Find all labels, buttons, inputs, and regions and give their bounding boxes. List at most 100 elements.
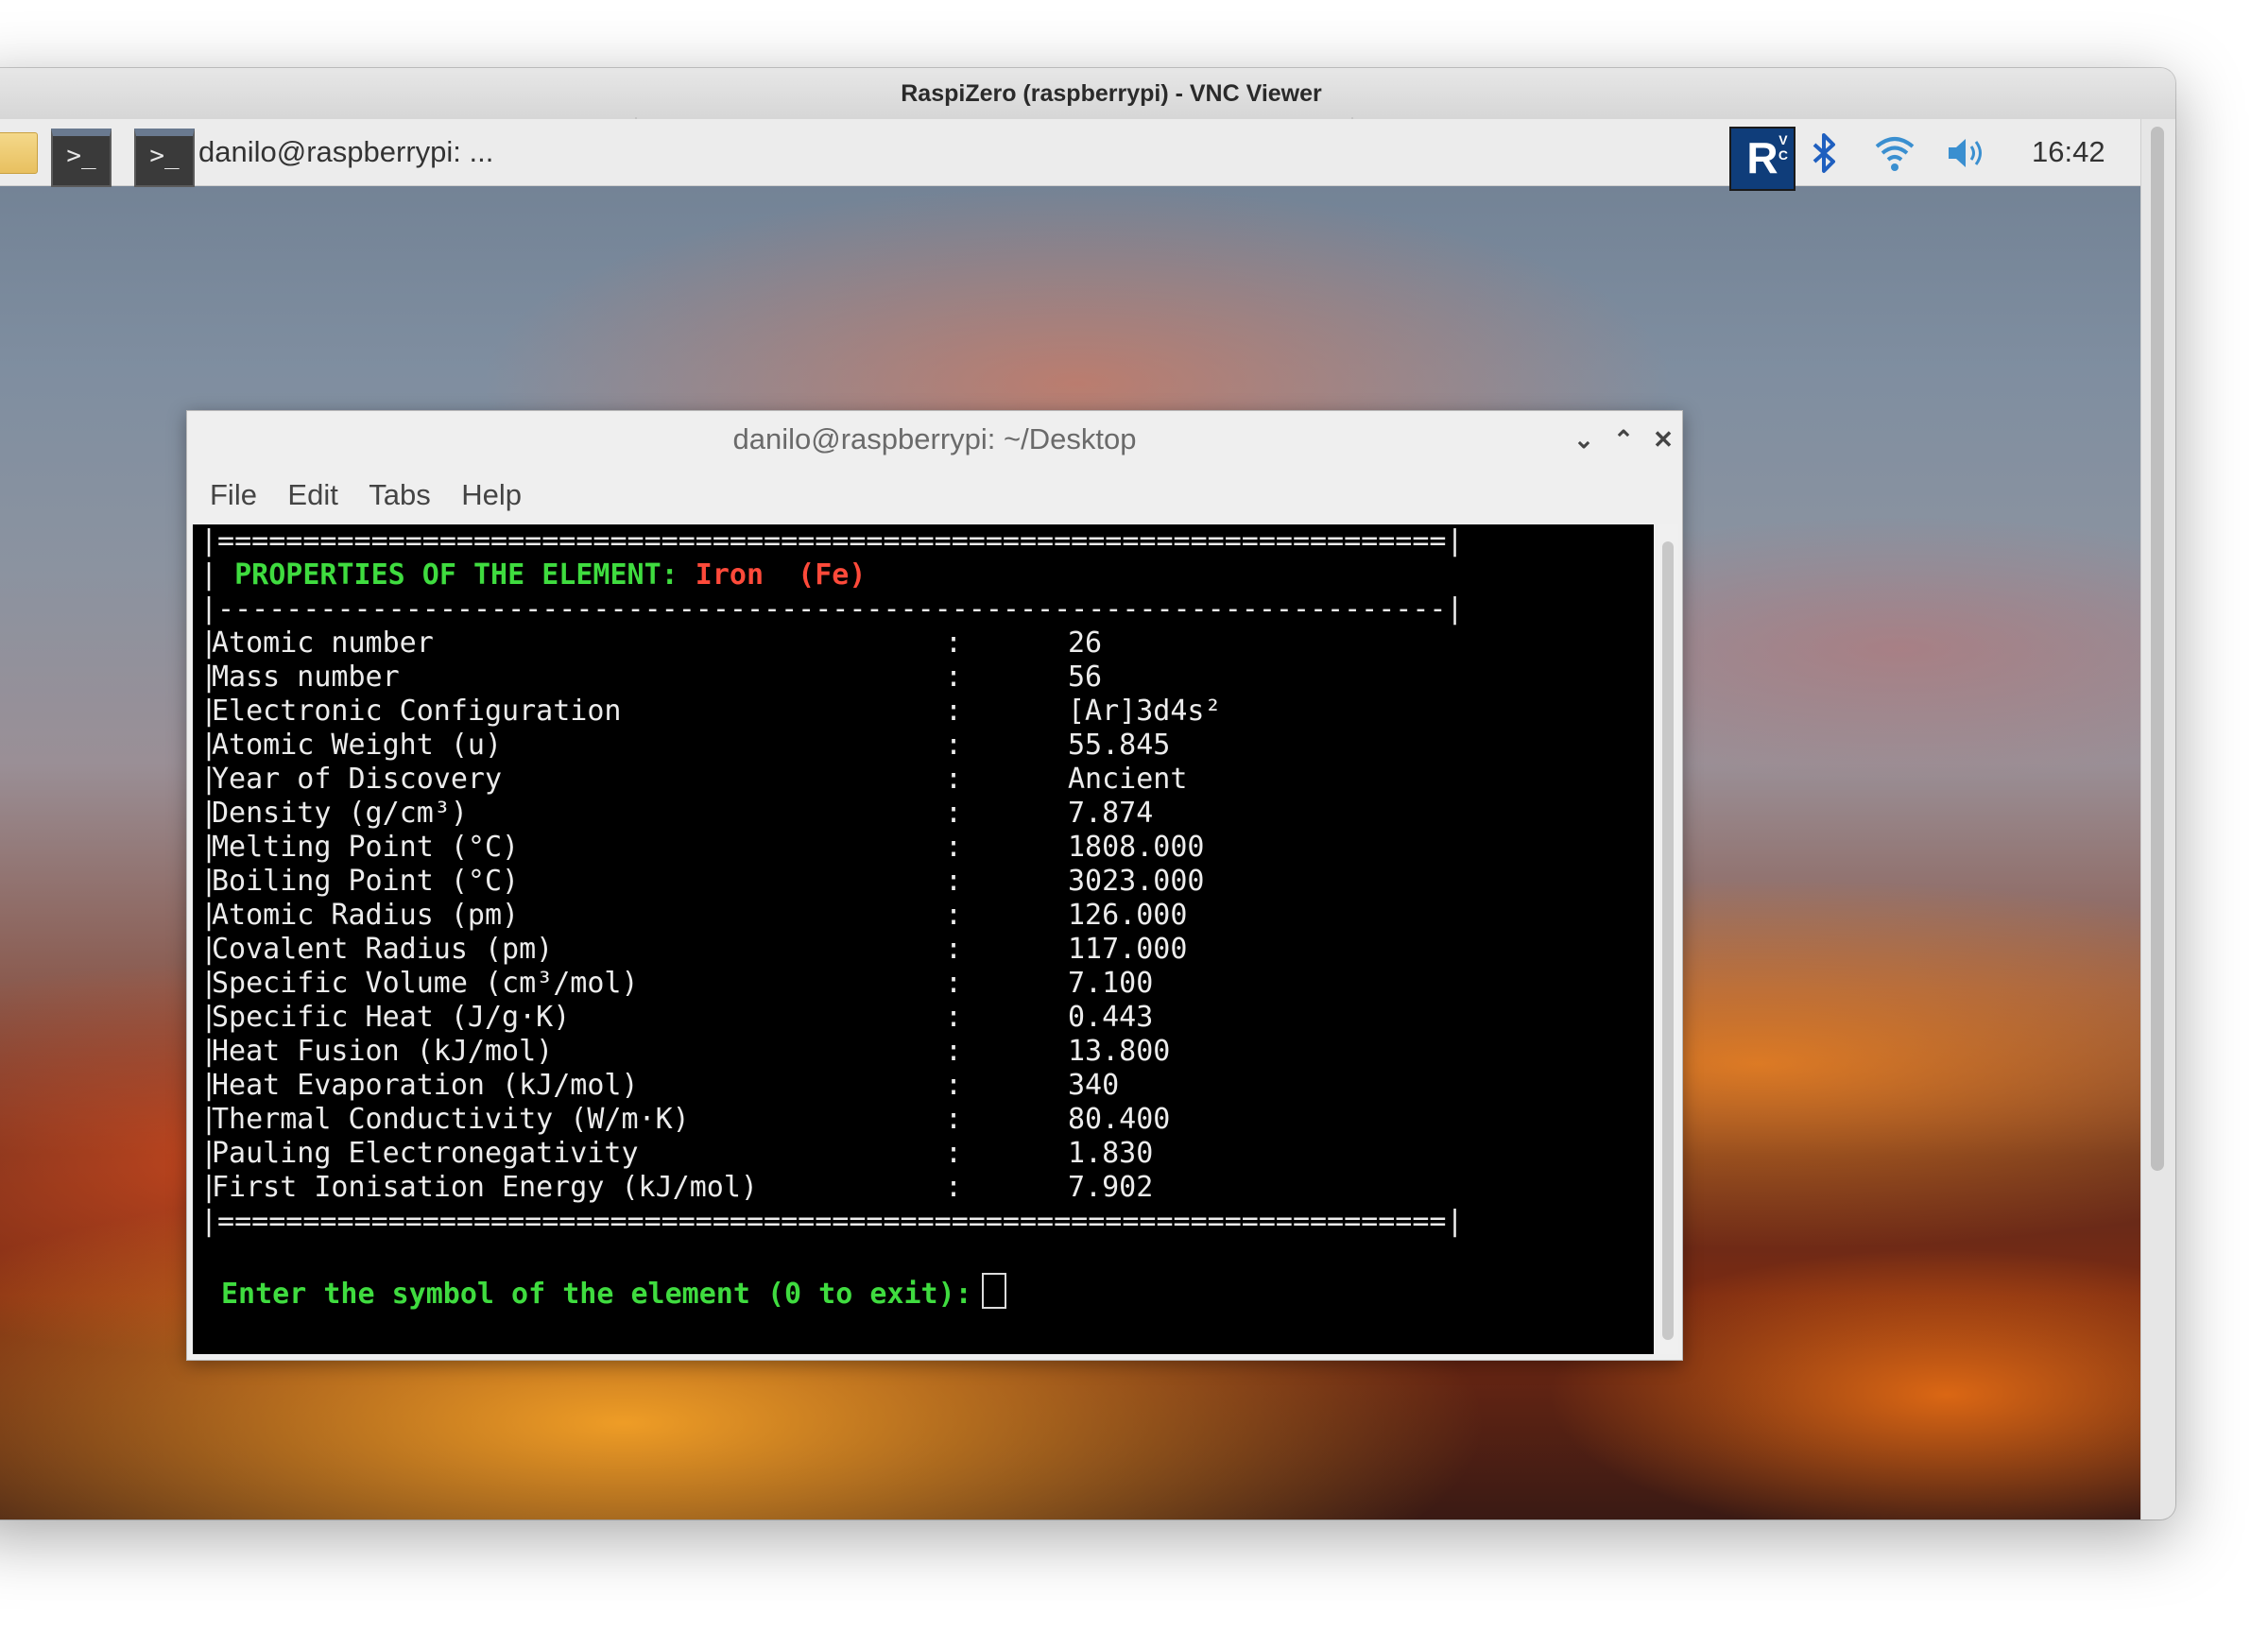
- property-separator: :: [945, 763, 963, 796]
- property-value: 1.830: [1068, 1137, 1154, 1170]
- terminal-icon: >_: [134, 129, 195, 187]
- property-separator: :: [945, 1171, 963, 1204]
- table-row: | Density (g/cm³):7.874: [200, 797, 1618, 831]
- property-value: 7.902: [1068, 1171, 1154, 1204]
- vnc-scrollbar-thumb[interactable]: [2151, 127, 2164, 1171]
- property-separator: :: [945, 1137, 963, 1170]
- property-separator: :: [945, 1069, 963, 1102]
- property-separator: :: [945, 729, 963, 762]
- property-separator: :: [945, 1001, 963, 1034]
- property-label: Density (g/cm³): [212, 797, 468, 830]
- property-value: 56: [1068, 661, 1103, 694]
- property-value: Ancient: [1068, 763, 1188, 796]
- terminal-icon[interactable]: >_: [51, 129, 112, 187]
- property-separator: :: [945, 933, 963, 966]
- terminal-output[interactable]: |=======================================…: [193, 524, 1654, 1354]
- vnc-server-logo-small: V C: [1778, 132, 1788, 163]
- property-separator: :: [945, 831, 963, 864]
- vnc-server-logo: R: [1746, 133, 1778, 182]
- property-label: Heat Fusion (kJ/mol): [212, 1035, 554, 1068]
- input-prompt: Enter the symbol of the element (0 to ex…: [221, 1278, 972, 1311]
- table-border-bottom: |=======================================…: [200, 1205, 1464, 1238]
- property-separator: :: [945, 1035, 963, 1068]
- property-separator: :: [945, 661, 963, 694]
- property-label: Thermal Conductivity (W/m·K): [212, 1103, 690, 1136]
- terminal-menubar: File Edit Tabs Help: [197, 472, 535, 519]
- wifi-icon[interactable]: [1873, 131, 1916, 175]
- element-name: Iron: [695, 558, 765, 592]
- table-row: | First Ionisation Energy (kJ/mol):7.902: [200, 1171, 1618, 1205]
- table-row: | Thermal Conductivity (W/m·K):80.400: [200, 1103, 1618, 1137]
- property-label: First Ionisation Energy (kJ/mol): [212, 1171, 758, 1204]
- property-value: 340: [1068, 1069, 1120, 1102]
- terminal-scrollbar[interactable]: [1658, 524, 1678, 1354]
- table-row: | Electronic Configuration: [Ar]3d4s²: [200, 695, 1618, 729]
- menu-edit[interactable]: Edit: [274, 472, 351, 519]
- vnc-server-icon[interactable]: R V C: [1729, 127, 1796, 191]
- table-row: | Heat Evaporation (kJ/mol):340: [200, 1069, 1618, 1103]
- property-value: 1808.000: [1068, 831, 1205, 864]
- terminal-window[interactable]: danilo@raspberrypi: ~/Desktop ⌄ ⌃ ✕ File…: [186, 410, 1683, 1361]
- remote-desktop[interactable]: >_ >_ danilo@raspberrypi: ... R V C 16:4…: [0, 119, 2141, 1519]
- input-prompt-line[interactable]: Enter the symbol of the element (0 to ex…: [221, 1273, 1006, 1312]
- maximize-button[interactable]: ⌃: [1605, 421, 1642, 458]
- folder-icon[interactable]: [0, 132, 38, 174]
- taskbar: >_ >_ danilo@raspberrypi: ... R V C 16:4…: [0, 119, 2141, 191]
- property-label: Boiling Point (°C): [212, 865, 520, 898]
- property-separator: :: [945, 695, 963, 728]
- vnc-window-title: RaspiZero (raspberrypi) - VNC Viewer: [901, 80, 1322, 107]
- property-separator: :: [945, 899, 963, 932]
- header-prefix: PROPERTIES OF THE ELEMENT:: [234, 558, 679, 592]
- bluetooth-icon[interactable]: [1803, 131, 1847, 175]
- table-border-top: |=======================================…: [200, 524, 1464, 558]
- volume-icon[interactable]: [1945, 131, 1988, 175]
- property-label: Heat Evaporation (kJ/mol): [212, 1069, 639, 1102]
- table-row: | Pauling Electronegativity:1.830: [200, 1137, 1618, 1171]
- property-label: Year of Discovery: [212, 763, 503, 796]
- property-label: Covalent Radius (pm): [212, 933, 554, 966]
- property-label: Melting Point (°C): [212, 831, 520, 864]
- vnc-titlebar[interactable]: RaspiZero (raspberrypi) - VNC Viewer: [0, 68, 2175, 126]
- minimize-button[interactable]: ⌄: [1565, 421, 1603, 458]
- table-row: | Year of Discovery: Ancient: [200, 763, 1618, 797]
- property-value: 7.100: [1068, 967, 1154, 1000]
- clock[interactable]: 16:42: [2032, 119, 2105, 185]
- property-value: 126.000: [1068, 899, 1188, 932]
- menu-file[interactable]: File: [197, 472, 270, 519]
- property-value: 55.845: [1068, 729, 1171, 762]
- property-value: 3023.000: [1068, 865, 1205, 898]
- table-row: | Atomic number:26: [200, 627, 1618, 661]
- property-separator: :: [945, 1103, 963, 1136]
- menu-help[interactable]: Help: [448, 472, 535, 519]
- table-row: | Atomic Weight (u):55.845: [200, 729, 1618, 763]
- close-button[interactable]: ✕: [1644, 421, 1682, 458]
- table-row: | Heat Fusion (kJ/mol):13.800: [200, 1035, 1618, 1069]
- table-row: | Specific Heat (J/g·K):0.443: [200, 1001, 1618, 1035]
- table-row: | Covalent Radius (pm):117.000: [200, 933, 1618, 967]
- menu-tabs[interactable]: Tabs: [355, 472, 443, 519]
- property-label: Specific Volume (cm³/mol): [212, 967, 639, 1000]
- vnc-viewer-window: RaspiZero (raspberrypi) - VNC Viewer >_ …: [0, 68, 2175, 1519]
- property-label: Atomic Radius (pm): [212, 899, 520, 932]
- property-label: Atomic number: [212, 627, 434, 660]
- property-label: Atomic Weight (u): [212, 729, 503, 762]
- property-separator: :: [945, 797, 963, 830]
- property-value: 26: [1068, 627, 1103, 660]
- property-separator: :: [945, 967, 963, 1000]
- table-row: | Mass number:56: [200, 661, 1618, 695]
- table-row: | Boiling Point (°C):3023.000: [200, 865, 1618, 899]
- table-separator: |---------------------------------------…: [200, 592, 1464, 626]
- text-cursor: [981, 1273, 1006, 1309]
- vnc-scrollbar[interactable]: [2140, 119, 2175, 1519]
- property-value: 0.443: [1068, 1001, 1154, 1034]
- table-row: | Atomic Radius (pm):126.000: [200, 899, 1618, 933]
- terminal-window-title[interactable]: danilo@raspberrypi: ~/Desktop: [187, 411, 1682, 468]
- property-value: 7.874: [1068, 797, 1154, 830]
- property-label: Pauling Electronegativity: [212, 1137, 639, 1170]
- terminal-scrollbar-thumb[interactable]: [1662, 541, 1674, 1340]
- taskbar-task-label: danilo@raspberrypi: ...: [198, 135, 494, 168]
- property-separator: :: [945, 627, 963, 660]
- element-header: | PROPERTIES OF THE ELEMENT: Iron (Fe): [200, 558, 867, 592]
- property-value: [Ar]3d4s²: [1068, 695, 1222, 728]
- property-label: Specific Heat (J/g·K): [212, 1001, 571, 1034]
